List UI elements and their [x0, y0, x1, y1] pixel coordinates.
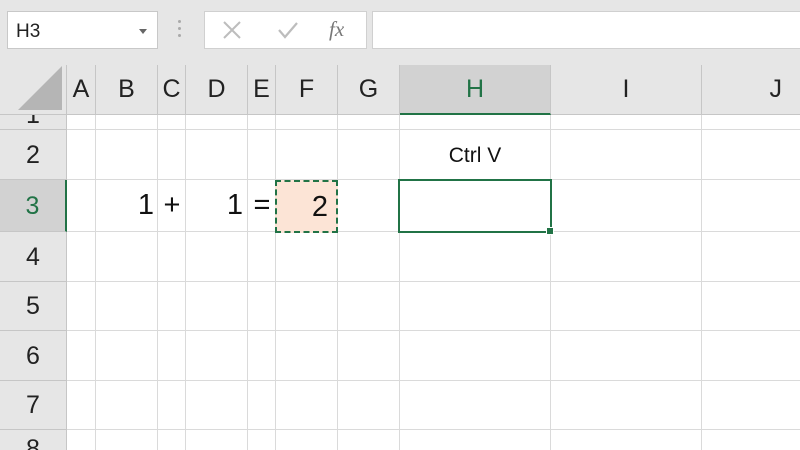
gridline [67, 129, 800, 130]
copied-cell-f3[interactable]: 2 [275, 180, 338, 233]
gridline [550, 115, 551, 450]
gridline [337, 115, 338, 450]
active-cell-h3[interactable] [398, 179, 554, 235]
column-header-a[interactable]: A [67, 65, 96, 115]
drag-handle-icon[interactable] [178, 20, 182, 40]
select-all-button[interactable] [0, 65, 67, 115]
formula-buttons: fx [204, 11, 367, 49]
insert-function-button[interactable]: fx [329, 17, 344, 42]
cell-d3[interactable]: 1 [186, 189, 243, 222]
row-header-8[interactable]: 8 [0, 430, 67, 450]
gridline [95, 115, 96, 450]
row-header-3[interactable]: 3 [0, 180, 67, 232]
cell-b3[interactable]: 1 [96, 189, 154, 222]
fill-handle[interactable] [546, 227, 554, 235]
row-header-5[interactable]: 5 [0, 282, 67, 331]
column-header-f[interactable]: F [276, 65, 338, 115]
name-box-value: H3 [16, 21, 41, 42]
gridline [67, 429, 800, 430]
gridline [67, 281, 800, 282]
column-header-h[interactable]: H [400, 65, 551, 115]
column-header-b[interactable]: B [96, 65, 158, 115]
column-header-i[interactable]: I [551, 65, 702, 115]
name-box[interactable]: H3 [7, 11, 158, 49]
row-header-6[interactable]: 6 [0, 331, 67, 381]
cell-f3-value: 2 [311, 191, 328, 223]
chevron-down-icon[interactable] [139, 29, 147, 34]
cell-c3[interactable]: + [158, 189, 186, 222]
column-header-c[interactable]: C [158, 65, 186, 115]
cell-h2[interactable]: Ctrl V [400, 144, 550, 168]
gridline [185, 115, 186, 450]
gridline [247, 115, 248, 450]
row-header-1[interactable]: 1 [0, 115, 67, 130]
check-icon[interactable] [277, 20, 299, 40]
x-icon[interactable] [222, 20, 242, 40]
formula-input[interactable] [372, 11, 800, 49]
cell-e3[interactable]: = [248, 189, 276, 222]
gridline [67, 330, 800, 331]
column-header-d[interactable]: D [186, 65, 248, 115]
worksheet-grid[interactable]: A B C D E F G H I J 1 2 3 4 5 6 7 8 1 + … [0, 65, 800, 450]
column-header-e[interactable]: E [248, 65, 276, 115]
column-header-j[interactable]: J [702, 65, 800, 115]
gridline [157, 115, 158, 450]
formula-bar-area: H3 fx [0, 0, 800, 65]
gridline [67, 380, 800, 381]
gridline [701, 115, 702, 450]
column-header-g[interactable]: G [338, 65, 400, 115]
row-header-7[interactable]: 7 [0, 381, 67, 430]
gridline [275, 115, 276, 450]
row-header-4[interactable]: 4 [0, 232, 67, 282]
row-header-2[interactable]: 2 [0, 130, 67, 180]
